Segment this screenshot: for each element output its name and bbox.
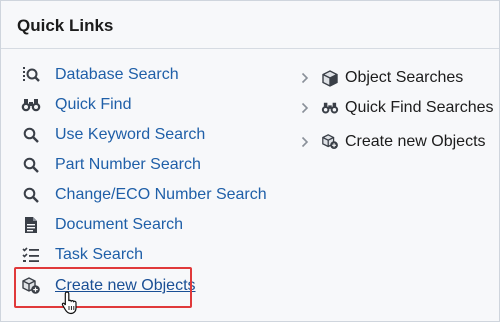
quick-links-panel: Quick Links Database Search Quick Find U… (0, 0, 500, 322)
binoculars-icon (21, 95, 41, 115)
link-label: Quick Find (55, 96, 132, 113)
database-search-link[interactable]: Database Search (21, 62, 179, 88)
document-icon (21, 215, 41, 235)
use-keyword-search-link[interactable]: Use Keyword Search (21, 122, 205, 148)
magnifier-icon (21, 155, 41, 175)
magnifier-icon (21, 125, 41, 145)
document-search-link[interactable]: Document Search (21, 212, 183, 238)
chevron-right-icon (299, 136, 311, 148)
create-new-objects-group-link[interactable]: Create new Objects (299, 129, 486, 155)
task-list-icon (21, 245, 41, 265)
create-object-icon (321, 133, 339, 151)
panel-title: Quick Links (17, 16, 114, 35)
link-label: Change/ECO Number Search (55, 186, 267, 203)
cube-icon (321, 69, 339, 87)
chevron-right-icon (299, 102, 311, 114)
binoculars-icon (321, 99, 339, 117)
link-label: Create new Objects (345, 133, 486, 150)
object-searches-link[interactable]: Object Searches (299, 65, 463, 91)
link-label: Part Number Search (55, 156, 201, 173)
link-label: Use Keyword Search (55, 126, 206, 143)
link-label: Object Searches (345, 69, 464, 86)
panel-header: Quick Links (1, 1, 499, 49)
quick-find-link[interactable]: Quick Find (21, 92, 131, 118)
link-label: Database Search (55, 66, 179, 83)
highlight-box (14, 267, 192, 308)
chevron-right-icon (299, 72, 311, 84)
link-label: Quick Find Searches (345, 99, 494, 116)
database-search-icon (21, 65, 41, 85)
link-label: Document Search (55, 216, 184, 233)
magnifier-icon (21, 185, 41, 205)
change-eco-number-search-link[interactable]: Change/ECO Number Search (21, 182, 267, 208)
hand-pointer-cursor-icon (61, 291, 81, 320)
task-search-link[interactable]: Task Search (21, 242, 143, 268)
part-number-search-link[interactable]: Part Number Search (21, 152, 201, 178)
link-label: Task Search (55, 246, 144, 263)
quick-find-searches-link[interactable]: Quick Find Searches (299, 95, 494, 121)
